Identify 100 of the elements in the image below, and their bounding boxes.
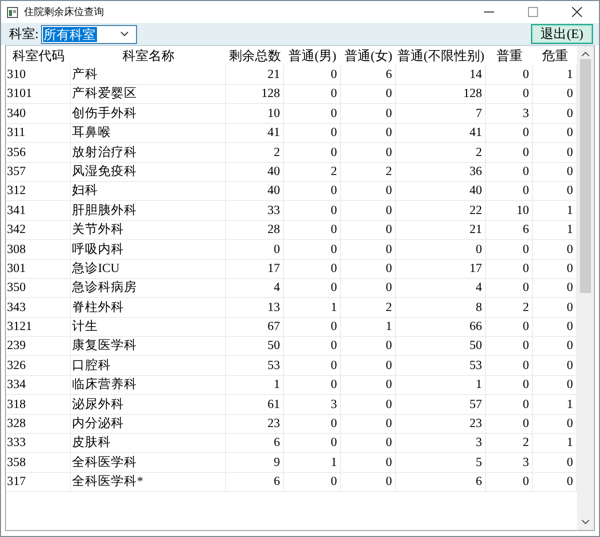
window-title: 住院剩余床位查询 [24,6,105,19]
scroll-down-icon[interactable] [581,519,590,525]
table-cell: 脊柱外科 [71,298,226,318]
table-cell: 358 [6,452,71,473]
table-cell: 0 [341,240,396,260]
table-cell: 6 [226,433,284,454]
table-cell: 0 [341,414,396,434]
table-cell: 急诊ICU [71,258,226,279]
table-cell: 41 [226,123,284,144]
table-cell: 0 [284,278,341,298]
table-cell: 0 [341,142,396,163]
table-cell: 计生 [71,317,226,338]
table-cell: 0 [284,317,341,338]
table-cell: 6 [226,472,284,492]
table-cell: 311 [6,123,71,144]
table-cell: 2 [486,298,533,318]
table-cell: 0 [486,123,533,144]
table-cell: 0 [284,142,341,163]
table-cell: 17 [396,258,486,279]
table-cell: 0 [486,162,533,182]
table-cell: 310 [6,65,71,85]
table-cell: 0 [486,336,533,356]
table-cell: 9 [226,452,284,473]
column-header[interactable]: 普重 [486,46,533,65]
table-cell: 0 [341,472,396,492]
table-cell: 239 [6,336,71,356]
table-cell: 0 [284,220,341,240]
table-cell: 0 [341,200,396,221]
table-cell: 67 [226,317,284,338]
table-cell: 0 [284,104,341,124]
table-cell: 41 [396,123,486,144]
app-icon [7,6,18,18]
table-cell: 0 [341,356,396,376]
table-cell: 23 [226,414,284,434]
table-cell: 33 [226,200,284,221]
table-cell: 0 [486,375,533,396]
table-cell: 23 [396,414,486,434]
table-cell: 1 [284,298,341,318]
table-cell: 6 [396,472,486,492]
table-cell: 创伤手外科 [71,104,226,124]
table-cell: 10 [226,104,284,124]
table-cell: 0 [284,200,341,221]
table-cell: 0 [486,356,533,376]
table-cell: 53 [396,356,486,376]
table-cell: 40 [396,181,486,202]
table-cell: 356 [6,142,71,163]
table-cell: 泌尿外科 [71,394,226,415]
table-cell: 0 [284,433,341,454]
column-header[interactable]: 科室代码 [6,46,71,65]
table-cell: 3121 [6,317,71,338]
department-dropdown[interactable]: 所有科室 [40,24,137,44]
table-cell: 21 [396,220,486,240]
table-cell: 风湿免疫科 [71,162,226,182]
column-header[interactable]: 科室名称 [71,46,226,65]
column-header[interactable]: 危重 [533,46,577,65]
table-cell: 128 [226,84,284,104]
table-cell: 1 [284,452,341,473]
column-header[interactable]: 普通(男) [284,46,341,65]
table-cell: 3 [396,433,486,454]
table-cell: 2 [341,298,396,318]
scrollbar-thumb[interactable] [580,59,591,293]
table-cell: 4 [396,278,486,298]
scroll-up-icon[interactable] [581,51,590,57]
table-cell: 0 [341,258,396,279]
table-cell: 急诊科病房 [71,278,226,298]
table-cell: 0 [341,336,396,356]
table-cell: 333 [6,433,71,454]
table-cell: 318 [6,394,71,415]
table-cell: 0 [341,104,396,124]
table-cell: 0 [341,375,396,396]
table-cell: 10 [486,200,533,221]
table-cell: 14 [396,65,486,85]
table-cell: 产科 [71,65,226,85]
table-cell: 0 [284,472,341,492]
column-header[interactable]: 剩余总数 [226,46,284,65]
table-cell: 产科爱婴区 [71,84,226,104]
table-cell: 0 [486,278,533,298]
table-cell: 0 [284,123,341,144]
table-cell: 妇科 [71,181,226,202]
table-cell: 0 [341,452,396,473]
table-cell: 3101 [6,84,71,104]
table-cell: 340 [6,104,71,124]
column-header[interactable]: 普通(女) [341,46,396,65]
table-cell: 1 [341,317,396,338]
table-cell: 6 [486,220,533,240]
table-cell: 临床营养科 [71,375,226,396]
table-cell: 0 [284,84,341,104]
column-header[interactable]: 普通(不限性别) [396,46,486,65]
table-cell: 13 [226,298,284,318]
table-cell: 21 [226,65,284,85]
exit-button[interactable]: 退出(E) [531,24,593,44]
table-cell: 7 [396,104,486,124]
caret-icon [120,31,129,37]
table-cell: 28 [226,220,284,240]
table-cell: 312 [6,181,71,202]
table-cell: 61 [226,394,284,415]
table-cell: 0 [486,317,533,338]
table-cell: 0 [341,394,396,415]
table-cell: 康复医学科 [71,336,226,356]
scrollbar[interactable] [577,46,594,530]
